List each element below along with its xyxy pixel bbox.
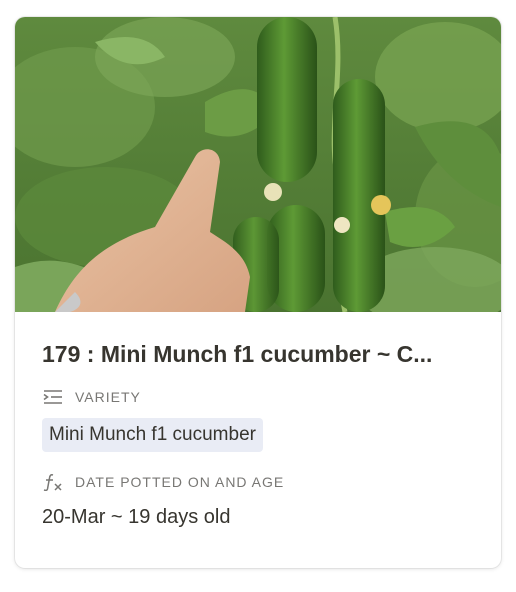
date-potted-label-text: DATE POTTED ON AND AGE [75, 474, 285, 490]
variety-label-text: VARIETY [75, 389, 141, 405]
date-potted-value: 20-Mar ~ 19 days old [42, 506, 231, 528]
date-potted-property-label: DATE POTTED ON AND AGE [42, 473, 482, 491]
formula-fx-icon [42, 473, 66, 491]
variety-tag: Mini Munch f1 cucumber [42, 418, 263, 452]
variety-property-label: VARIETY [42, 388, 482, 406]
card-cover-image [15, 17, 501, 312]
card-body: 179 : Mini Munch f1 cucumber ~ C... VARI… [42, 312, 482, 530]
list-indent-icon [42, 388, 66, 406]
gallery-card[interactable]: 179 : Mini Munch f1 cucumber ~ C... VARI… [15, 17, 501, 568]
card-title[interactable]: 179 : Mini Munch f1 cucumber ~ C... [42, 339, 472, 369]
